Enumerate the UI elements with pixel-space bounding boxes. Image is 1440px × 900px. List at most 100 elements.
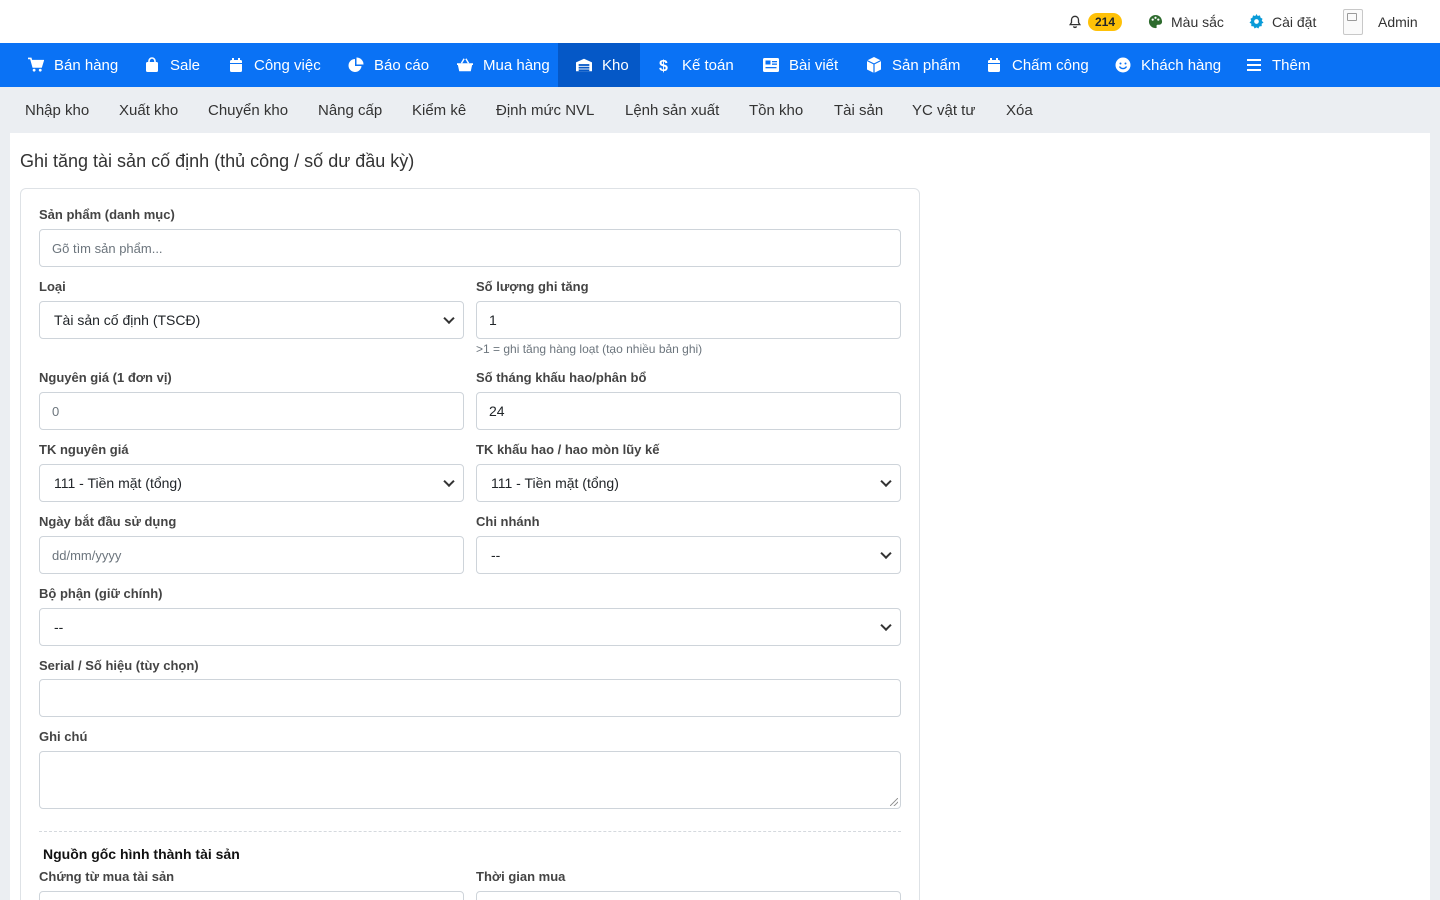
origin-section-title: Nguồn gốc hình thành tài sản [43,846,240,862]
nav-label: Kế toán [682,56,734,74]
type-select-value: Tài sản cố định (TSCĐ) [54,312,201,328]
notifications-button[interactable]: 214 [1068,0,1123,43]
sub-nav: Nhập kho Xuất kho Chuyển kho Nâng cấp Ki… [0,87,1440,133]
subnav-tai-san[interactable]: Tài sản [834,87,883,133]
notification-count-badge: 214 [1088,12,1123,31]
nav-label: Kho [602,56,629,74]
color-theme-button[interactable]: Màu sắc [1148,0,1224,43]
settings-button[interactable]: Cài đặt [1249,0,1316,43]
nav-ban-hang[interactable]: Bán hàng [14,43,132,87]
tk-khau-hao-select[interactable]: 111 - Tiền mặt (tổng) [476,464,901,502]
pie-chart-icon [348,57,364,73]
subnav-nhap-kho[interactable]: Nhập kho [25,87,89,133]
type-label: Loại [39,279,66,294]
calendar-icon [228,57,244,73]
purchase-time-label: Thời gian mua [476,869,566,884]
box-icon [866,57,882,73]
branch-label: Chi nhánh [476,514,540,529]
page-title: Ghi tăng tài sản cố định (thủ công / số … [20,151,415,171]
dept-select[interactable]: -- [39,608,901,646]
nav-label: Mua hàng [483,56,550,74]
bell-icon [1068,15,1082,29]
chevron-down-icon [443,312,455,325]
palette-icon [1148,14,1163,29]
subnav-ton-kho[interactable]: Tồn kho [749,87,803,133]
settings-label: Cài đặt [1272,13,1317,30]
nav-label: Bán hàng [54,56,119,74]
serial-label: Serial / Số hiệu (tùy chọn) [39,658,199,673]
nav-label: Chấm công [1012,56,1089,74]
subnav-lenh-san-xuat[interactable]: Lệnh sản xuất [625,87,719,133]
chevron-down-icon [880,619,892,632]
bag-icon [144,57,160,73]
tk-nguyen-gia-select[interactable]: 111 - Tiền mặt (tổng) [39,464,464,502]
user-menu[interactable]: Admin [1343,0,1418,43]
product-search-input[interactable]: Gõ tìm sản phẩm... [39,229,901,267]
menu-icon [1246,57,1262,73]
basket-icon [457,57,473,73]
nav-label: Sản phẩm [892,56,961,74]
svg-text:$: $ [659,58,668,73]
tk-khau-hao-value: 111 - Tiền mặt (tổng) [491,475,619,491]
chevron-down-icon [880,475,892,488]
avatar [1343,8,1363,35]
nav-label: Công việc [254,56,321,74]
chevron-down-icon [443,475,455,488]
product-label: Sản phẩm (danh mục) [39,207,175,222]
nav-san-pham[interactable]: Sản phẩm [852,43,974,87]
start-date-input[interactable]: dd/mm/yyyy [39,536,464,574]
nav-label: Khách hàng [1141,56,1222,74]
note-textarea[interactable] [39,751,901,809]
cart-icon [28,57,44,73]
tk-nguyen-gia-label: TK nguyên giá [39,442,129,457]
subnav-nang-cap[interactable]: Nâng cấp [318,87,382,133]
main-nav: Bán hàng Sale Công việc Báo cáo Mua hàng… [0,43,1440,87]
dollar-icon: $ [656,57,672,73]
newspaper-icon [763,57,779,73]
username-label: Admin [1378,13,1418,30]
nav-bao-cao[interactable]: Báo cáo [334,43,443,87]
nav-kho[interactable]: Kho [558,43,640,87]
nav-bai-viet[interactable]: Bài viết [749,43,852,87]
nav-label: Bài viết [789,56,839,74]
nav-ke-toan[interactable]: $ Kế toán [642,43,748,87]
serial-input[interactable] [39,679,901,717]
branch-select-value: -- [491,547,501,563]
purchase-doc-label: Chứng từ mua tài sản [39,869,175,884]
subnav-yc-vat-tu[interactable]: YC vật tư [912,87,975,133]
nav-sale[interactable]: Sale [130,43,214,87]
type-select[interactable]: Tài sản cố định (TSCĐ) [39,301,464,339]
purchase-time-input[interactable] [476,891,901,900]
nav-cong-viec[interactable]: Công việc [214,43,335,87]
nav-label: Báo cáo [374,56,430,74]
nav-them[interactable]: Thêm [1232,43,1324,87]
color-theme-label: Màu sắc [1171,13,1224,30]
gear-icon [1249,14,1264,29]
nav-mua-hang[interactable]: Mua hàng [443,43,564,87]
subnav-chuyen-kho[interactable]: Chuyển kho [208,87,288,133]
dept-select-value: -- [54,619,64,635]
top-bar: 214 Màu sắc Cài đặt Admin [0,0,1440,43]
nav-label: Thêm [1272,56,1311,74]
months-label: Số tháng khấu hao/phân bổ [476,370,647,385]
start-date-label: Ngày bắt đầu sử dụng [39,514,177,529]
branch-select[interactable]: -- [476,536,901,574]
price-input[interactable]: 0 [39,392,464,430]
price-label: Nguyên giá (1 đơn vị) [39,370,172,385]
tk-khau-hao-label: TK khấu hao / hao mòn lũy kế [476,442,660,457]
subnav-xoa[interactable]: Xóa [1006,87,1033,133]
qty-label: Số lượng ghi tăng [476,279,589,294]
purchase-doc-input[interactable] [39,891,464,900]
qty-input[interactable]: 1 [476,301,901,339]
asset-form-card: Sản phẩm (danh mục) Gõ tìm sản phẩm... L… [20,188,920,900]
subnav-xuat-kho[interactable]: Xuất kho [119,87,178,133]
subnav-kiem-ke[interactable]: Kiểm kê [412,87,466,133]
months-input[interactable]: 24 [476,392,901,430]
nav-cham-cong[interactable]: Chấm công [972,43,1103,87]
resize-grip-icon[interactable] [890,798,898,806]
dept-label: Bộ phận (giữ chính) [39,586,163,601]
subnav-dinh-muc-nvl[interactable]: Định mức NVL [496,87,594,133]
calendar-icon [986,57,1002,73]
nav-khach-hang[interactable]: Khách hàng [1101,43,1235,87]
qty-hint: >1 = ghi tăng hàng loạt (tạo nhiều bản g… [476,342,703,356]
